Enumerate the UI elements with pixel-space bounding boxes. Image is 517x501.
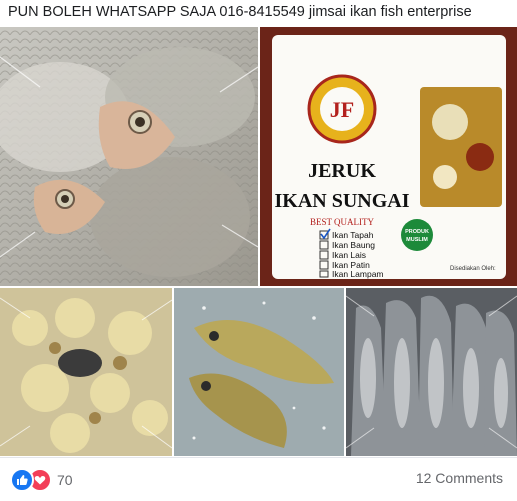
reactions-summary[interactable]: 70 bbox=[10, 468, 73, 492]
label-title-2: IKAN SUNGAI bbox=[274, 190, 409, 212]
checklist-item: Ikan Baung bbox=[332, 240, 375, 250]
comments-link[interactable]: 12 Comments bbox=[416, 470, 503, 486]
checklist-item: Ikan Lampam bbox=[332, 269, 384, 279]
badge-line-1: PRODUK bbox=[405, 229, 429, 235]
photo-product-label[interactable]: JF JERUK IKAN SUNGAI BEST QUALITY Ikan T… bbox=[260, 27, 517, 286]
checklist-item: Ikan Lais bbox=[332, 250, 366, 260]
photo-catfish[interactable] bbox=[346, 288, 517, 456]
post-footer: 70 12 Comments bbox=[0, 457, 517, 501]
pickled-fish-image bbox=[0, 288, 172, 456]
checklist-item: Ikan Tapah bbox=[332, 230, 374, 240]
post-text: PUN BOLEH WHATSAPP SAJA 016-8415549 jims… bbox=[8, 4, 472, 20]
label-title-1: JERUK bbox=[308, 160, 376, 182]
photo-fish-ice[interactable] bbox=[174, 288, 344, 456]
label-logo-text: JF bbox=[330, 97, 354, 122]
catfish-image bbox=[346, 288, 517, 456]
photo-whole-fish[interactable] bbox=[0, 27, 258, 286]
badge-line-2: MUSLIM bbox=[406, 237, 428, 243]
thumbs-up-icon bbox=[10, 468, 34, 492]
whole-fish-image bbox=[0, 27, 258, 286]
product-label-image: JF JERUK IKAN SUNGAI BEST QUALITY Ikan T… bbox=[260, 27, 517, 286]
reaction-count: 70 bbox=[57, 472, 73, 488]
photo-pickled-fish[interactable] bbox=[0, 288, 172, 456]
label-subtitle: BEST QUALITY bbox=[310, 217, 375, 227]
label-footer-text: Disediakan Oleh: bbox=[450, 266, 496, 272]
fish-ice-image bbox=[174, 288, 344, 456]
